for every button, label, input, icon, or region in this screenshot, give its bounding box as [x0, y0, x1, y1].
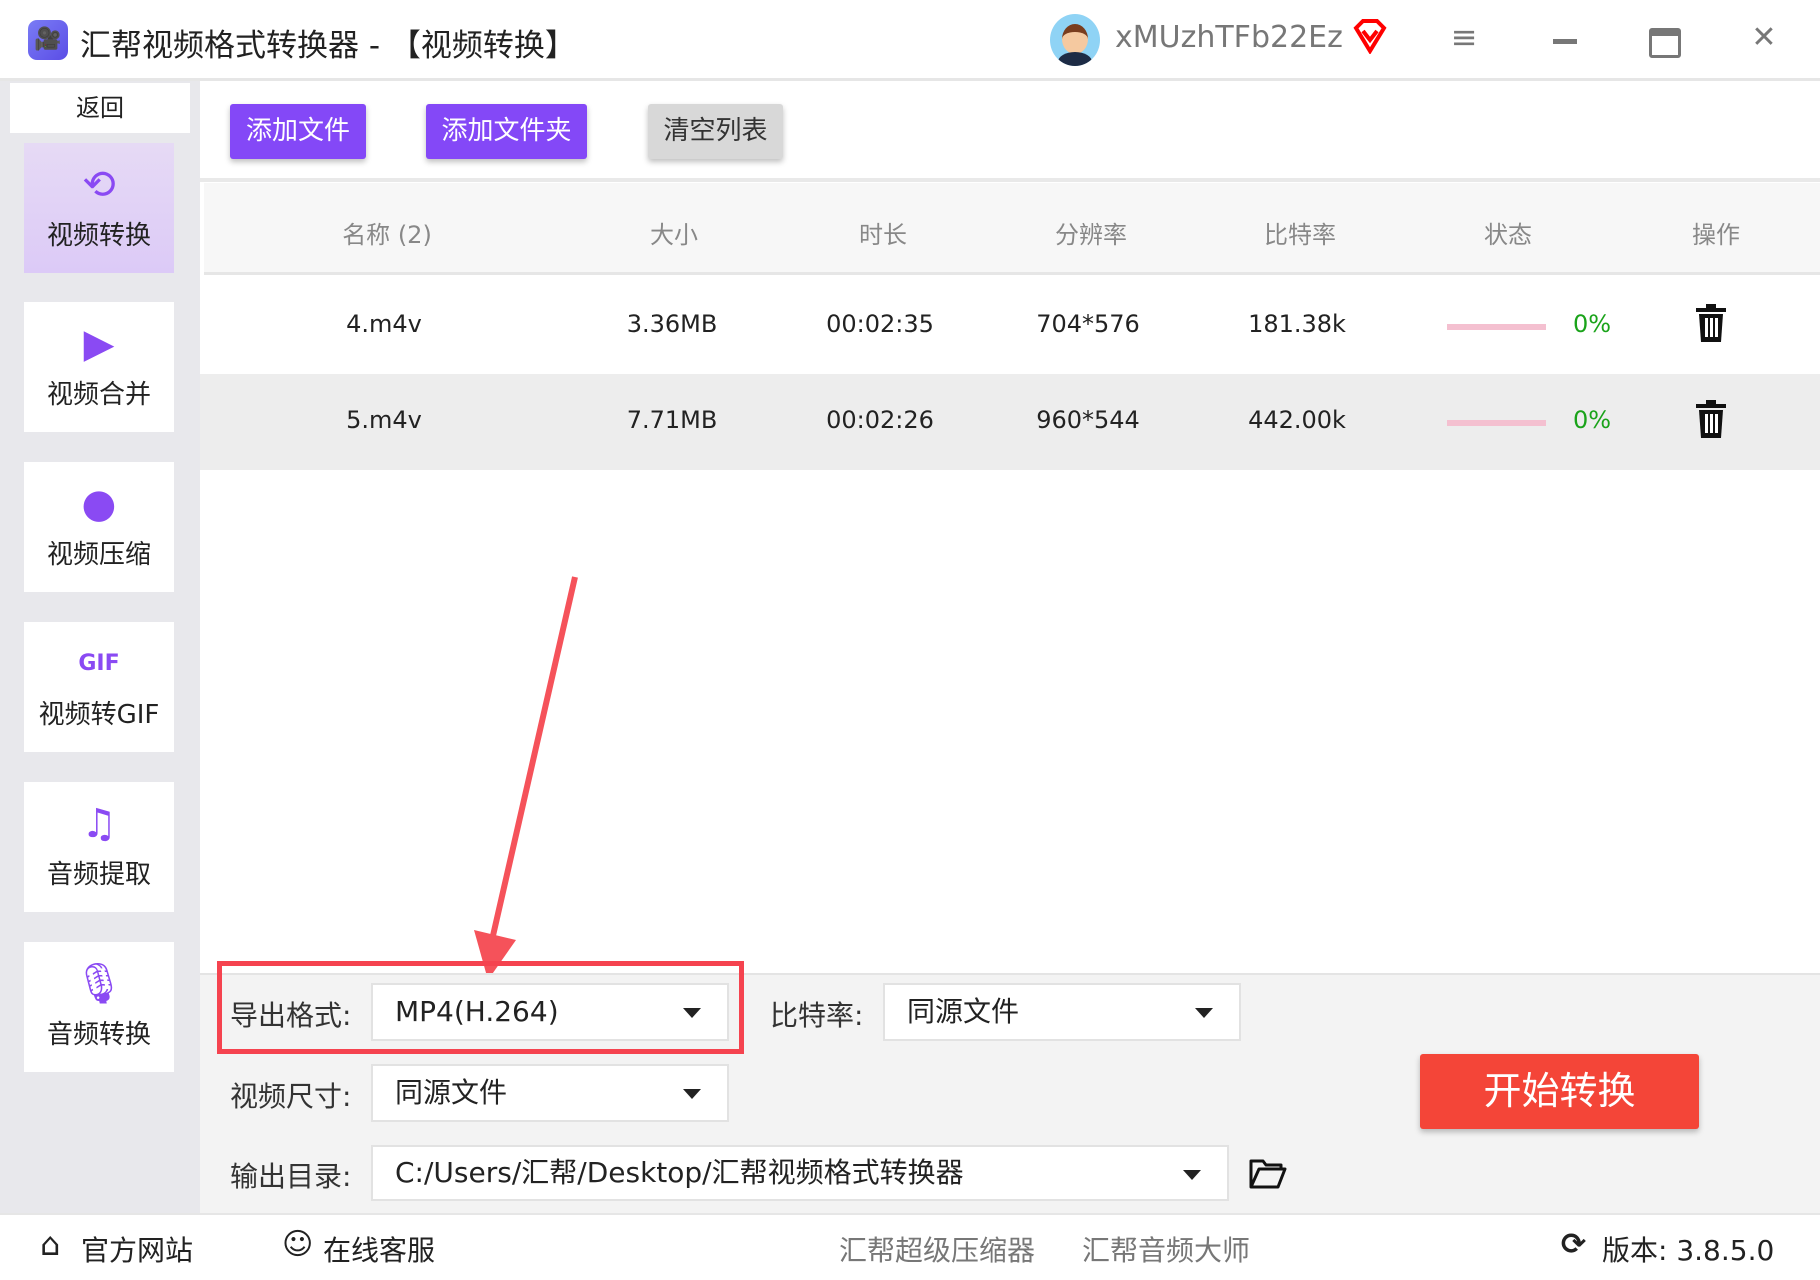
- bitrate-dropdown[interactable]: 同源文件: [883, 983, 1241, 1041]
- support-icon: ☺: [282, 1227, 314, 1262]
- size-value: 同源文件: [395, 1076, 508, 1109]
- output-dir-value: C:/Users/汇帮/Desktop/汇帮视频格式转换器: [395, 1156, 964, 1189]
- chevron-down-icon: [683, 1008, 701, 1018]
- start-convert-button[interactable]: 开始转换: [1420, 1054, 1699, 1129]
- output-label: 输出目录:: [230, 1160, 352, 1193]
- folder-icon[interactable]: [1249, 1157, 1287, 1189]
- bitrate-label: 比特率:: [770, 999, 864, 1032]
- size-label: 视频尺寸:: [230, 1080, 352, 1113]
- chevron-down-icon: [1183, 1170, 1201, 1180]
- audio-master-link[interactable]: 汇帮音频大师: [1082, 1229, 1250, 1269]
- format-dropdown[interactable]: MP4(H.264): [371, 983, 729, 1041]
- chevron-down-icon: [683, 1089, 701, 1099]
- website-link[interactable]: 官方网站: [81, 1229, 193, 1269]
- format-value: MP4(H.264): [395, 995, 559, 1028]
- refresh-icon[interactable]: ⟳: [1561, 1227, 1586, 1262]
- support-link[interactable]: 在线客服: [323, 1229, 435, 1269]
- bitrate-value: 同源文件: [907, 995, 1020, 1028]
- home-icon: ⌂: [40, 1225, 61, 1263]
- footer: ⌂ 官方网站 ☺ 在线客服 汇帮超级压缩器 汇帮音频大师 ⟳ 版本: 3.8.5…: [0, 1213, 1820, 1280]
- version-text: 版本: 3.8.5.0: [1602, 1234, 1775, 1267]
- output-dir-dropdown[interactable]: C:/Users/汇帮/Desktop/汇帮视频格式转换器: [371, 1145, 1229, 1201]
- format-label: 导出格式:: [230, 999, 352, 1032]
- chevron-down-icon: [1195, 1008, 1213, 1018]
- compressor-link[interactable]: 汇帮超级压缩器: [839, 1229, 1035, 1269]
- size-dropdown[interactable]: 同源文件: [371, 1064, 729, 1122]
